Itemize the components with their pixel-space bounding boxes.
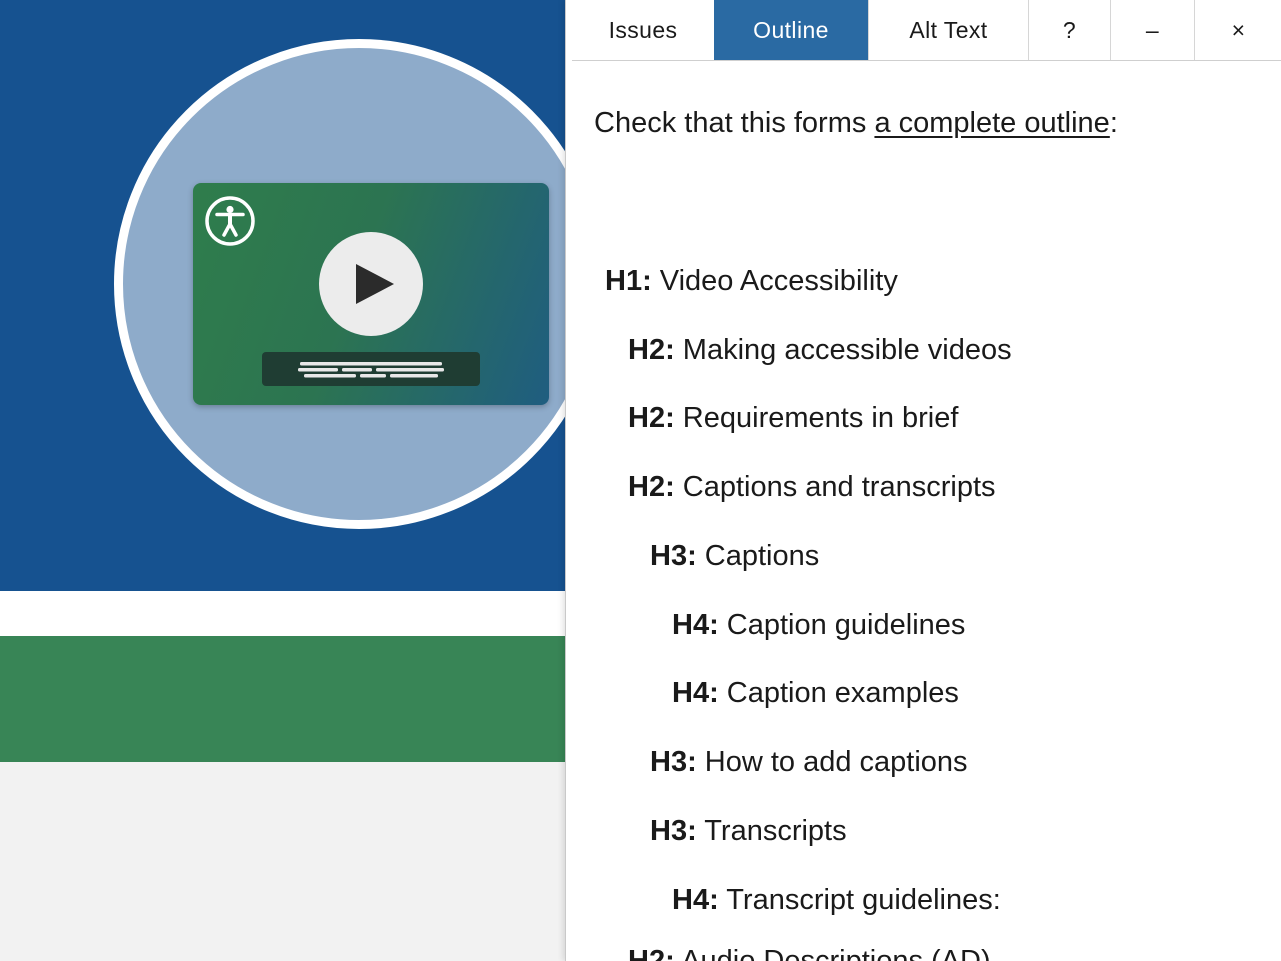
outline-item: H2: Audio Descriptions (AD) (628, 947, 991, 961)
outline-item: H2: Requirements in brief (628, 404, 958, 433)
heading-text: Caption examples (718, 677, 959, 709)
outline-item: H3: Transcripts (650, 817, 847, 846)
green-banner (0, 636, 566, 762)
outline-item: H1: Video Accessibility (605, 267, 898, 296)
page-content-area (0, 762, 566, 961)
panel-tab-bar: Issues Outline Alt Text ? – × (572, 0, 1281, 61)
heading-text: Transcripts (696, 815, 847, 847)
heading-level: H3: (650, 815, 697, 847)
accessibility-icon (205, 196, 255, 246)
complete-outline-link[interactable]: a complete outline (874, 107, 1109, 139)
outline-item: H4: Transcript guidelines: (672, 886, 1001, 915)
heading-text: How to add captions (696, 746, 968, 778)
heading-level: H3: (650, 540, 697, 572)
tab-alt-text[interactable]: Alt Text (869, 0, 1029, 60)
close-button[interactable]: × (1195, 0, 1281, 60)
heading-text: Captions and transcripts (674, 471, 996, 503)
heading-level: H4: (672, 677, 719, 709)
tab-outline[interactable]: Outline (714, 0, 869, 60)
heading-level: H2: (628, 471, 675, 503)
intro-suffix: : (1109, 107, 1118, 139)
play-icon (319, 232, 423, 336)
minimize-button[interactable]: – (1111, 0, 1195, 60)
heading-text: Audio Descriptions (AD) (674, 945, 991, 961)
outline-item: H4: Caption guidelines (672, 611, 965, 640)
heading-level: H2: (628, 334, 675, 366)
intro-prefix: Check that this forms (594, 107, 875, 139)
outline-item: H2: Captions and transcripts (628, 473, 996, 502)
heading-text: Making accessible videos (674, 334, 1012, 366)
page: Issues Outline Alt Text ? – × Check that… (0, 0, 1281, 961)
heading-text: Caption guidelines (718, 609, 966, 641)
heading-level: H1: (605, 265, 652, 297)
heading-text: Captions (696, 540, 820, 572)
tab-issues[interactable]: Issues (572, 0, 714, 60)
heading-level: H2: (628, 402, 675, 434)
accessibility-checker-panel: Issues Outline Alt Text ? – × Check that… (565, 0, 1281, 961)
heading-level: H3: (650, 746, 697, 778)
outline-item: H3: Captions (650, 542, 819, 571)
help-button[interactable]: ? (1029, 0, 1111, 60)
outline-instructions: Check that this forms a complete outline… (594, 107, 1118, 140)
outline-item: H4: Caption examples (672, 679, 959, 708)
caption-bar-illustration (262, 352, 480, 386)
heading-level: H4: (672, 884, 719, 916)
outline-item: H2: Making accessible videos (628, 336, 1012, 365)
heading-text: Video Accessibility (651, 265, 898, 297)
heading-text: Requirements in brief (674, 402, 959, 434)
caption-lines-icon (298, 362, 444, 378)
hero-divider (0, 591, 566, 636)
heading-level: H4: (672, 609, 719, 641)
heading-text: Transcript guidelines: (718, 884, 1001, 916)
heading-level: H2: (628, 945, 675, 961)
outline-item: H3: How to add captions (650, 748, 968, 777)
